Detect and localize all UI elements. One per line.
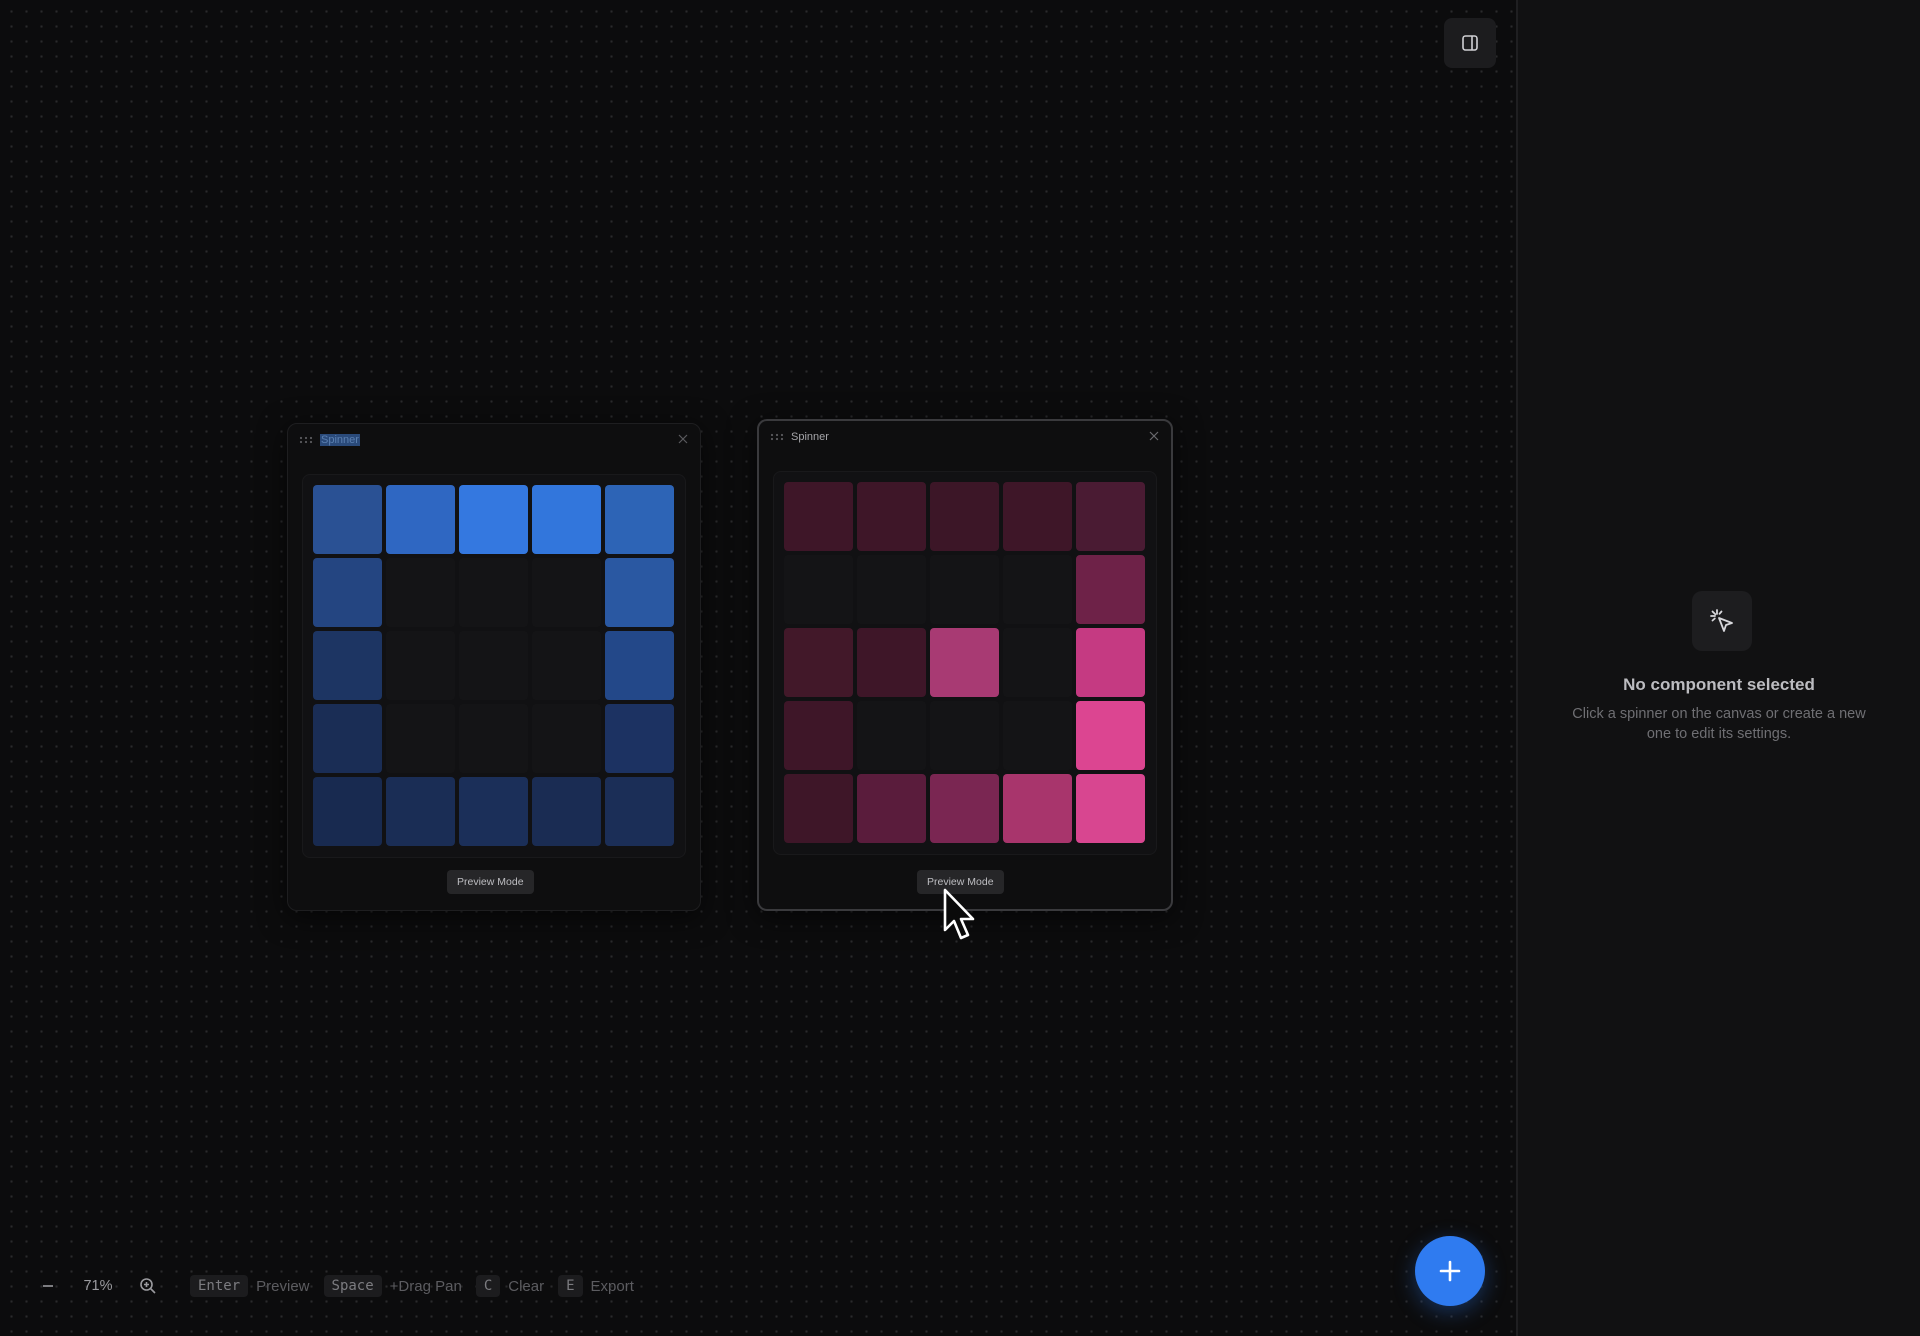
spinner-cell <box>784 701 853 770</box>
zoom-in-icon <box>140 1278 156 1294</box>
spinner-cell <box>1003 628 1072 697</box>
spinner-cell <box>532 558 601 627</box>
spinner-cell <box>1076 555 1145 624</box>
spinner-cell <box>386 485 455 554</box>
card-header[interactable]: Spinner <box>759 421 1171 457</box>
shortcut-label: Export <box>590 1277 634 1295</box>
canvas[interactable]: Spinner Preview Mode Spinner Preview Mod… <box>0 0 1516 1336</box>
plus-icon <box>1439 1260 1461 1282</box>
spinner-cell <box>1076 628 1145 697</box>
card-header[interactable]: Spinner <box>288 424 700 460</box>
spinner-cell <box>857 774 926 843</box>
zoom-in-button[interactable] <box>128 1272 168 1300</box>
spinner-cell <box>1003 701 1072 770</box>
settings-sidebar <box>1518 0 1920 1336</box>
spinner-cell <box>313 485 382 554</box>
empty-state-icon-box <box>1692 591 1752 651</box>
spinner-cell <box>313 631 382 700</box>
drag-handle-icon[interactable] <box>299 436 313 444</box>
spinner-cell <box>1076 701 1145 770</box>
spinner-cell <box>605 631 674 700</box>
card-title[interactable]: Spinner <box>320 434 360 446</box>
shortcut-key: Enter <box>190 1275 249 1297</box>
spinner-cell <box>605 777 674 846</box>
shortcut-clear: C Clear <box>475 1275 545 1297</box>
panel-right-icon <box>1462 35 1478 51</box>
spinner-cell <box>930 628 999 697</box>
card-title[interactable]: Spinner <box>791 431 829 443</box>
spinner-cell <box>532 704 601 773</box>
shortcut-pan: Space +Drag Pan <box>323 1275 462 1297</box>
spinner-cell <box>930 482 999 551</box>
spinner-cell <box>857 482 926 551</box>
shortcut-label: +Drag Pan <box>389 1277 462 1295</box>
close-icon[interactable] <box>1149 431 1159 441</box>
empty-state-title: No component selected <box>1623 675 1815 694</box>
spinner-cell <box>605 558 674 627</box>
spinner-cell <box>605 485 674 554</box>
spinner-cell <box>459 631 528 700</box>
shortcut-preview: Enter Preview <box>190 1275 310 1297</box>
shortcut-key: C <box>475 1275 501 1297</box>
cursor-click-icon <box>1710 609 1733 632</box>
shortcut-label: Clear <box>508 1277 545 1295</box>
shortcut-export: E Export <box>558 1275 634 1297</box>
zoom-out-button[interactable] <box>28 1272 68 1300</box>
spinner-cell <box>784 555 853 624</box>
bottom-toolbar: 71% Enter Preview Space +Drag Pan C Clea… <box>28 1272 648 1300</box>
spinner-cell <box>784 482 853 551</box>
spinner-grid <box>773 471 1157 855</box>
spinner-cell <box>386 558 455 627</box>
spinner-cell <box>930 774 999 843</box>
spinner-cell <box>784 774 853 843</box>
shortcut-label: Preview <box>256 1277 310 1295</box>
shortcut-key: E <box>558 1275 583 1297</box>
spinner-cell <box>459 704 528 773</box>
spinner-cell <box>459 558 528 627</box>
spinner-cell <box>784 628 853 697</box>
add-spinner-button[interactable] <box>1415 1236 1485 1306</box>
preview-mode-button[interactable]: Preview Mode <box>447 870 534 894</box>
spinner-cell <box>857 701 926 770</box>
spinner-cell <box>532 777 601 846</box>
spinner-cell <box>459 485 528 554</box>
empty-state-description: Click a spinner on the canvas or create … <box>1572 706 1866 742</box>
close-icon[interactable] <box>678 434 688 444</box>
spinner-cell <box>857 628 926 697</box>
drag-handle-icon[interactable] <box>770 433 784 441</box>
spinner-cell <box>605 704 674 773</box>
spinner-cell <box>1076 482 1145 551</box>
spinner-card[interactable]: Spinner Preview Mode <box>287 423 701 911</box>
spinner-cell <box>1003 555 1072 624</box>
shortcut-key: Space <box>323 1275 382 1297</box>
spinner-cell <box>930 701 999 770</box>
spinner-cell <box>1003 482 1072 551</box>
spinner-cell <box>386 704 455 773</box>
spinner-cell <box>1003 774 1072 843</box>
spinner-cell <box>532 631 601 700</box>
spinner-grid <box>302 474 686 858</box>
zoom-level[interactable]: 71% <box>68 1278 128 1294</box>
spinner-cell <box>386 777 455 846</box>
spinner-cell <box>857 555 926 624</box>
spinner-cell <box>1076 774 1145 843</box>
minus-icon <box>43 1285 53 1287</box>
toggle-sidebar-button[interactable] <box>1444 18 1496 68</box>
spinner-cell <box>532 485 601 554</box>
spinner-card[interactable]: Spinner Preview Mode <box>757 419 1173 911</box>
spinner-cell <box>459 777 528 846</box>
spinner-cell <box>930 555 999 624</box>
mouse-cursor-icon <box>943 888 975 940</box>
spinner-cell <box>313 777 382 846</box>
spinner-cell <box>313 558 382 627</box>
spinner-cell <box>386 631 455 700</box>
spinner-cell <box>313 704 382 773</box>
